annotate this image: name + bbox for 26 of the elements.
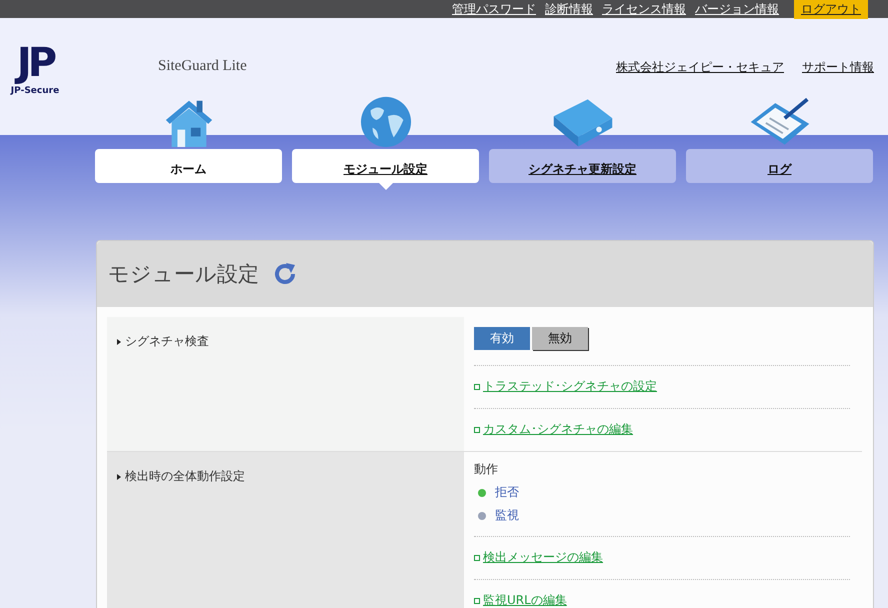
settings-link[interactable]: トラステッド･シグネチャの設定	[483, 378, 657, 395]
product-name: SiteGuard Lite	[158, 58, 247, 75]
nav-tab[interactable]: モジュール設定	[292, 149, 479, 183]
top-link[interactable]: 管理パスワード	[452, 0, 536, 18]
logout-link[interactable]: ログアウト	[794, 0, 868, 18]
settings-link[interactable]: カスタム･シグネチャの編集	[483, 421, 633, 438]
section-label: シグネチャ検査	[117, 334, 209, 348]
header-link[interactable]: サポート情報	[802, 59, 874, 76]
panel-title: モジュール設定	[108, 261, 259, 288]
toggle-button[interactable]: 無効	[532, 327, 588, 350]
settings-link[interactable]: 検出メッセージの編集	[483, 549, 603, 566]
nav-tab[interactable]: ホーム	[95, 149, 282, 183]
logo-mark: JP	[16, 40, 54, 86]
settings-link[interactable]: 監視URLの編集	[483, 592, 567, 608]
top-link[interactable]: ライセンス情報	[602, 0, 686, 18]
radio-label[interactable]: 拒否	[495, 484, 519, 501]
radio-label[interactable]: 監視	[495, 507, 519, 524]
top-link[interactable]: バージョン情報	[695, 0, 779, 18]
toggle-button[interactable]: 有効	[474, 327, 530, 350]
header-link[interactable]: 株式会社ジェイピー・セキュア	[616, 59, 784, 76]
top-link[interactable]: 診断情報	[545, 0, 593, 18]
section-label: 検出時の全体動作設定	[117, 469, 245, 483]
nav-tab[interactable]: シグネチャ更新設定	[489, 149, 676, 183]
nav-tab[interactable]: ログ	[686, 149, 873, 183]
logo-name: JP-Secure	[10, 86, 60, 96]
option-heading: 動作	[474, 461, 499, 478]
